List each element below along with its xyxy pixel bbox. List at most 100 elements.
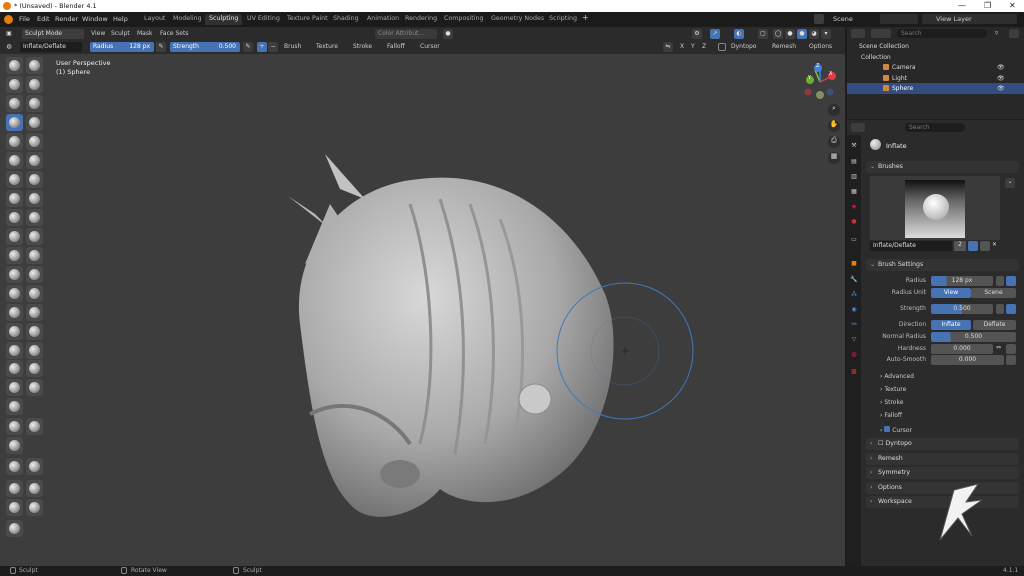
pan-hand-icon[interactable]: ✋ — [828, 120, 840, 132]
add-workspace-button[interactable]: + — [582, 13, 589, 22]
camera-view-icon[interactable]: ⎙ — [828, 136, 840, 148]
editor-type-icon[interactable]: ▣ — [4, 29, 14, 39]
subpanel-falloff[interactable]: › Falloff — [880, 412, 902, 419]
tab-tool-icon[interactable]: ⚒ — [849, 141, 859, 151]
tab-sculpting[interactable]: Sculpting — [205, 14, 243, 25]
3d-viewport[interactable]: User Perspective (1) Sphere X Z Y ⌕ ✋ ⎙ … — [0, 54, 845, 566]
tool-mask-icon[interactable] — [6, 304, 23, 321]
subpanel-advanced[interactable]: › Advanced — [880, 373, 914, 380]
close-button[interactable]: ✕ — [1009, 1, 1016, 10]
direction-inflate-button[interactable]: Inflate — [931, 320, 971, 330]
tab-compositing[interactable]: Compositing — [440, 14, 487, 25]
brush-settings-panel-header[interactable]: ⌄ Brush Settings — [866, 259, 1019, 271]
duplicate-brush-icon[interactable] — [980, 241, 990, 251]
tool-paint-icon[interactable] — [6, 323, 23, 340]
viewlayer-name[interactable]: View Layer — [936, 15, 972, 23]
filter-icon[interactable]: ▿ — [995, 29, 1005, 38]
tool-thumb-icon[interactable] — [6, 228, 23, 245]
menu-render[interactable]: Render — [55, 15, 78, 23]
outliner-camera[interactable]: Camera — [892, 64, 916, 71]
visibility-icon[interactable]: 👁 — [997, 64, 1005, 71]
tab-output-icon[interactable]: ▥ — [849, 172, 859, 182]
properties-editor-icon[interactable] — [851, 123, 865, 132]
auto-smooth-slider[interactable]: 0.000 — [931, 355, 1004, 365]
display-mode-icon[interactable] — [871, 29, 891, 38]
shading-options-icon[interactable]: ▾ — [821, 29, 831, 39]
tool-inflate-icon[interactable] — [6, 114, 23, 131]
auto-smooth-pressure-icon[interactable] — [1006, 355, 1016, 365]
tool-multiplane-scrape-icon[interactable] — [26, 171, 43, 188]
tab-uv-editing[interactable]: UV Editing — [243, 14, 284, 25]
tool-mesh-filter-icon[interactable] — [6, 418, 23, 435]
tool-clay-icon[interactable] — [6, 76, 23, 93]
brush-preview-expand-icon[interactable]: ⌄ — [1005, 178, 1015, 188]
menu-window[interactable]: Window — [82, 15, 108, 23]
radius-unit-scene[interactable]: Scene — [971, 288, 1016, 298]
menu-face-sets[interactable]: Face Sets — [160, 30, 188, 37]
outliner-search-input[interactable]: Search — [897, 29, 987, 38]
strength-lock-icon[interactable] — [1006, 304, 1016, 314]
tool-draw-icon[interactable] — [6, 57, 23, 74]
symmetry-y-toggle[interactable]: Y — [691, 43, 695, 50]
fake-user-shield-icon[interactable] — [968, 241, 978, 251]
tab-animation[interactable]: Animation — [363, 14, 403, 25]
new-collection-icon[interactable] — [1009, 29, 1019, 38]
radius-pressure-icon[interactable]: ✎ — [156, 42, 166, 52]
brush-user-count[interactable]: 2 — [954, 241, 966, 251]
strength-pressure-icon[interactable] — [996, 304, 1004, 314]
dyntopo-dropdown[interactable]: Dyntopo — [731, 43, 756, 50]
hardness-pressure-icon[interactable] — [1006, 344, 1016, 354]
tab-data-icon[interactable]: ▽ — [849, 335, 859, 345]
tool-smooth-icon[interactable] — [26, 133, 43, 150]
brush-dropdown[interactable]: Brush — [284, 43, 301, 50]
scene-icon[interactable] — [814, 14, 824, 24]
material-shading-icon[interactable]: ● — [797, 29, 807, 39]
remesh-dropdown[interactable]: Remesh — [772, 43, 796, 50]
scene-name[interactable]: Scene — [833, 15, 853, 23]
grid-toggle-icon[interactable]: ▦ — [828, 152, 840, 164]
visibility-icon[interactable]: 👁 — [997, 75, 1005, 82]
direction-deflate-button[interactable]: Deflate — [973, 320, 1016, 330]
tool-line-project-icon[interactable] — [6, 398, 23, 415]
view-object-types-icon[interactable]: ⚙ — [692, 29, 702, 39]
texture-dropdown[interactable]: Texture — [316, 43, 338, 50]
tab-particles-icon[interactable]: ⁂ — [849, 290, 859, 300]
tool-snake-hook-icon[interactable] — [26, 209, 43, 226]
subpanel-cursor[interactable]: › Cursor — [880, 426, 912, 434]
minimize-button[interactable]: — — [958, 1, 966, 10]
direction-subtract-button[interactable]: − — [268, 42, 278, 52]
hardness-invert-icon[interactable]: ⇔ — [996, 344, 1004, 354]
symmetry-x-toggle[interactable]: X — [680, 43, 684, 50]
scene-actions[interactable] — [880, 14, 918, 24]
menu-view[interactable]: View — [91, 30, 105, 37]
radius-unit-view[interactable]: View — [931, 288, 971, 298]
solid-shading-icon[interactable]: ● — [785, 29, 795, 39]
tool-clay-strips-icon[interactable] — [26, 76, 43, 93]
tab-object-icon[interactable]: ■ — [849, 259, 859, 269]
tab-texture-icon[interactable]: ▩ — [849, 367, 859, 377]
remesh-panel-header[interactable]: › Remesh — [866, 453, 1019, 465]
menu-sculpt[interactable]: Sculpt — [111, 30, 130, 37]
zoom-icon[interactable]: ⌕ — [828, 104, 840, 116]
tab-constraints-icon[interactable]: ⚯ — [849, 320, 859, 330]
tool-rotate-icon[interactable] — [26, 247, 43, 264]
tool-pinch-icon[interactable] — [6, 190, 23, 207]
tab-material-icon[interactable]: ◍ — [849, 350, 859, 360]
brushes-panel-header[interactable]: ⌄ Brushes — [866, 161, 1019, 173]
radius-unit-lock-icon[interactable] — [1006, 276, 1016, 286]
radius-pressure-icon[interactable] — [996, 276, 1004, 286]
tab-modifiers-icon[interactable]: 🔧 — [849, 275, 859, 285]
tab-collection-icon[interactable]: ▭ — [849, 235, 859, 245]
stroke-dropdown[interactable]: Stroke — [353, 43, 372, 50]
outliner-sphere[interactable]: Sphere — [892, 85, 913, 92]
visibility-icon[interactable]: 👁 — [997, 85, 1005, 92]
tool-box-mask-icon[interactable] — [6, 360, 23, 377]
dyntopo-panel-header[interactable]: › ☐ Dyntopo — [866, 438, 1019, 450]
subpanel-stroke[interactable]: › Stroke — [880, 399, 903, 406]
tab-scripting[interactable]: Scripting — [545, 14, 581, 25]
tool-slide-relax-icon[interactable] — [6, 266, 23, 283]
tab-physics-icon[interactable]: ◉ — [849, 305, 859, 315]
blender-menu-icon[interactable] — [4, 15, 13, 24]
menu-edit[interactable]: Edit — [37, 15, 50, 23]
symmetry-z-toggle[interactable]: Z — [702, 43, 706, 50]
